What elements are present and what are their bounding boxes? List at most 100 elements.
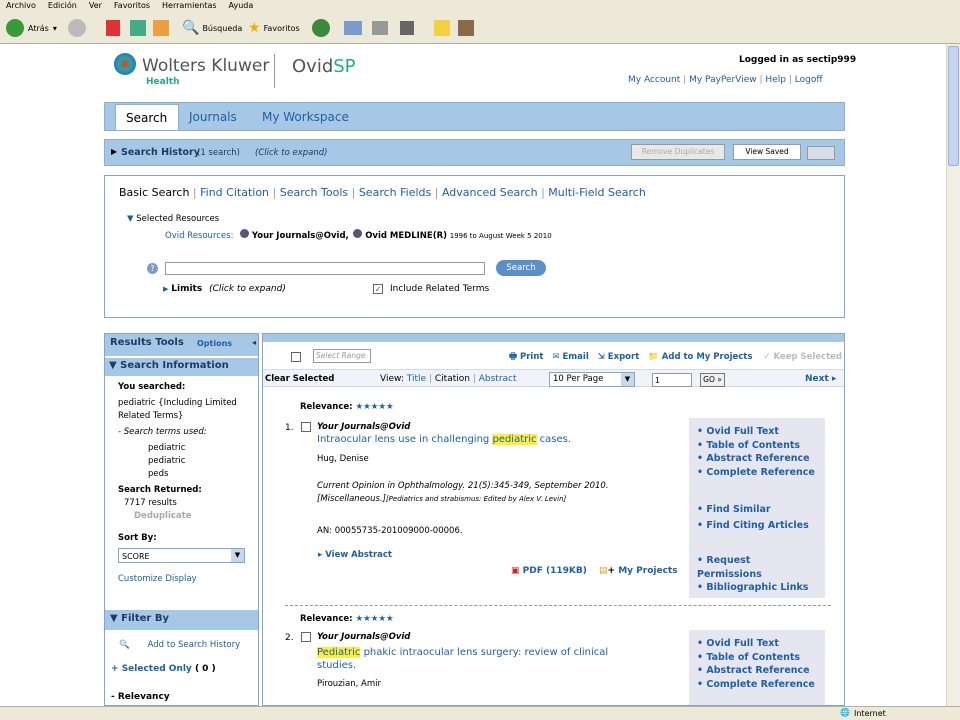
- add-to-projects-link[interactable]: 📁 Add to My Projects: [648, 352, 752, 362]
- result-title-link[interactable]: Intraocular lens use in challenging pedi…: [317, 434, 571, 445]
- refresh-icon: [130, 20, 146, 36]
- sort-by-select[interactable]: SCORE ▼: [118, 548, 245, 563]
- result-1-links: • Ovid Full Text • Table of Contents • A…: [689, 418, 825, 598]
- help-icon[interactable]: ?: [147, 263, 158, 274]
- view-abstract-toggle[interactable]: ▸ View Abstract: [318, 550, 392, 560]
- menu-favoritos[interactable]: Favoritos: [114, 1, 150, 10]
- notes-button[interactable]: [434, 18, 450, 38]
- result-checkbox[interactable]: [301, 632, 311, 642]
- basic-search-tab[interactable]: Basic Search: [119, 186, 189, 199]
- keep-selected-link[interactable]: ✓ Keep Selected: [763, 352, 842, 362]
- ovid-full-text-link[interactable]: • Ovid Full Text: [697, 425, 817, 439]
- tab-search[interactable]: Search: [115, 104, 179, 130]
- search-fields-tab[interactable]: Search Fields: [359, 186, 431, 199]
- collapse-handle-icon[interactable]: [807, 146, 835, 160]
- stop-button[interactable]: [106, 18, 120, 38]
- messenger-button[interactable]: [458, 18, 474, 38]
- view-abstract-link[interactable]: Abstract: [479, 374, 517, 384]
- result-title-link[interactable]: Pediatric phakic intraocular lens surger…: [317, 646, 647, 672]
- add-history-row[interactable]: 🔍 Add to Search History: [119, 640, 240, 650]
- abstract-reference-link[interactable]: • Abstract Reference: [697, 452, 817, 466]
- search-button[interactable]: 🔍 Búsqueda: [182, 18, 242, 38]
- menu-ver[interactable]: Ver: [89, 1, 102, 10]
- relevancy-row[interactable]: - Relevancy: [111, 692, 170, 702]
- menu-bar: Archivo Edición Ver Favoritos Herramientas Ay…: [0, 0, 960, 12]
- bibliographic-links-link[interactable]: • Bibliographic Links: [697, 581, 817, 595]
- limits-toggle[interactable]: ▶ Limits (Click to expand): [163, 284, 286, 294]
- table-of-contents-link[interactable]: • Table of Contents: [697, 651, 817, 665]
- selected-resources[interactable]: ▼ Selected Resources: [127, 214, 219, 224]
- search-modes: Basic Search | Find Citation | Search To…: [119, 186, 646, 199]
- select-range-input[interactable]: Select Range: [313, 349, 371, 363]
- print-button[interactable]: [372, 18, 388, 38]
- forward-arrow-icon: [68, 19, 86, 37]
- complete-reference-link[interactable]: • Complete Reference: [697, 678, 817, 692]
- logoff-link[interactable]: Logoff: [795, 75, 823, 85]
- select-all-checkbox[interactable]: [291, 352, 301, 362]
- email-link[interactable]: ✉ Email: [552, 352, 588, 362]
- mail-button[interactable]: [344, 18, 362, 38]
- history-button[interactable]: [312, 18, 330, 38]
- search-tools-tab[interactable]: Search Tools: [280, 186, 348, 199]
- related-terms-checkbox[interactable]: ✓: [373, 284, 383, 294]
- page-scrollbar[interactable]: [946, 44, 960, 706]
- tab-journals[interactable]: Journals: [189, 110, 237, 124]
- results-tools-panel: Results Tools Options ◂ ▼ Search Informati…: [104, 333, 259, 706]
- find-citing-link[interactable]: • Find Citing Articles: [697, 519, 817, 533]
- view-title-link[interactable]: Title: [407, 374, 426, 384]
- menu-herramientas[interactable]: Herramientas: [162, 1, 217, 10]
- back-button[interactable]: Atrás ▾: [6, 18, 57, 38]
- search-input[interactable]: [165, 262, 485, 275]
- menu-ayuda[interactable]: Ayuda: [229, 1, 254, 10]
- ovid-full-text-link[interactable]: • Ovid Full Text: [697, 637, 817, 651]
- edit-button[interactable]: [400, 18, 414, 38]
- next-page-link[interactable]: Next ▸: [805, 374, 836, 384]
- export-link[interactable]: ⇲ Export: [598, 352, 640, 362]
- result-accession: AN: 00055735-201009000-00006.: [317, 526, 463, 536]
- multi-field-search-tab[interactable]: Multi-Field Search: [548, 186, 646, 199]
- scroll-thumb[interactable]: [948, 46, 959, 166]
- customize-display-link[interactable]: Customize Display: [118, 573, 245, 586]
- result-number: 2.: [285, 633, 294, 643]
- request-permissions-link[interactable]: • Request Permissions: [697, 554, 817, 581]
- table-of-contents-link[interactable]: • Table of Contents: [697, 439, 817, 453]
- abstract-reference-link[interactable]: • Abstract Reference: [697, 664, 817, 678]
- refresh-button[interactable]: [130, 18, 146, 38]
- tab-my-workspace[interactable]: My Workspace: [262, 110, 349, 124]
- find-citation-tab[interactable]: Find Citation: [200, 186, 269, 199]
- page-number-input[interactable]: [652, 373, 692, 387]
- printer-icon: [372, 21, 388, 35]
- home-button[interactable]: [153, 18, 169, 38]
- find-similar-link[interactable]: • Find Similar: [697, 503, 817, 517]
- forward-button[interactable]: [68, 18, 86, 38]
- clear-selected-link[interactable]: Clear Selected: [265, 374, 334, 384]
- search-submit-button[interactable]: Search: [496, 260, 546, 276]
- favorites-button[interactable]: ★ Favoritos: [248, 18, 300, 38]
- my-account-link[interactable]: My Account: [628, 75, 680, 85]
- search-information-header[interactable]: ▼ Search Information: [105, 358, 258, 376]
- search-icon: 🔍: [182, 20, 200, 36]
- advanced-search-tab[interactable]: Advanced Search: [442, 186, 538, 199]
- pdf-link[interactable]: ▣ PDF (119KB): [511, 566, 587, 576]
- help-link[interactable]: Help: [765, 75, 786, 85]
- result-checkbox[interactable]: [301, 422, 311, 432]
- filter-by-header[interactable]: ▼ Filter By: [105, 610, 258, 630]
- view-saved-button[interactable]: View Saved: [733, 144, 801, 160]
- selected-only-row[interactable]: + Selected Only ( 0 ): [111, 664, 216, 674]
- options-link[interactable]: Options: [197, 339, 232, 348]
- search-history-label: Search History: [121, 147, 200, 158]
- menu-archivo[interactable]: Archivo: [6, 1, 36, 10]
- complete-reference-link[interactable]: • Complete Reference: [697, 466, 817, 480]
- my-payperview-link[interactable]: My PayPerView: [689, 75, 757, 85]
- deduplicate-link[interactable]: Deduplicate: [118, 510, 245, 523]
- per-page-select[interactable]: 10 Per Page ▼: [549, 372, 635, 387]
- remove-duplicates-button[interactable]: Remove Duplicates: [631, 144, 725, 160]
- result-2-links: • Ovid Full Text • Table of Contents • A…: [689, 630, 825, 705]
- print-link[interactable]: 🖶 Print: [509, 352, 543, 362]
- search-history-bar[interactable]: ▶ Search History (1 search) (Click to ex…: [104, 139, 845, 166]
- menu-edicion[interactable]: Edición: [48, 1, 77, 10]
- view-citation-link[interactable]: Citation: [435, 374, 470, 384]
- go-button[interactable]: GO »: [700, 373, 725, 387]
- my-projects-link[interactable]: ▤+ My Projects: [599, 566, 678, 576]
- brand-divider: [274, 54, 275, 88]
